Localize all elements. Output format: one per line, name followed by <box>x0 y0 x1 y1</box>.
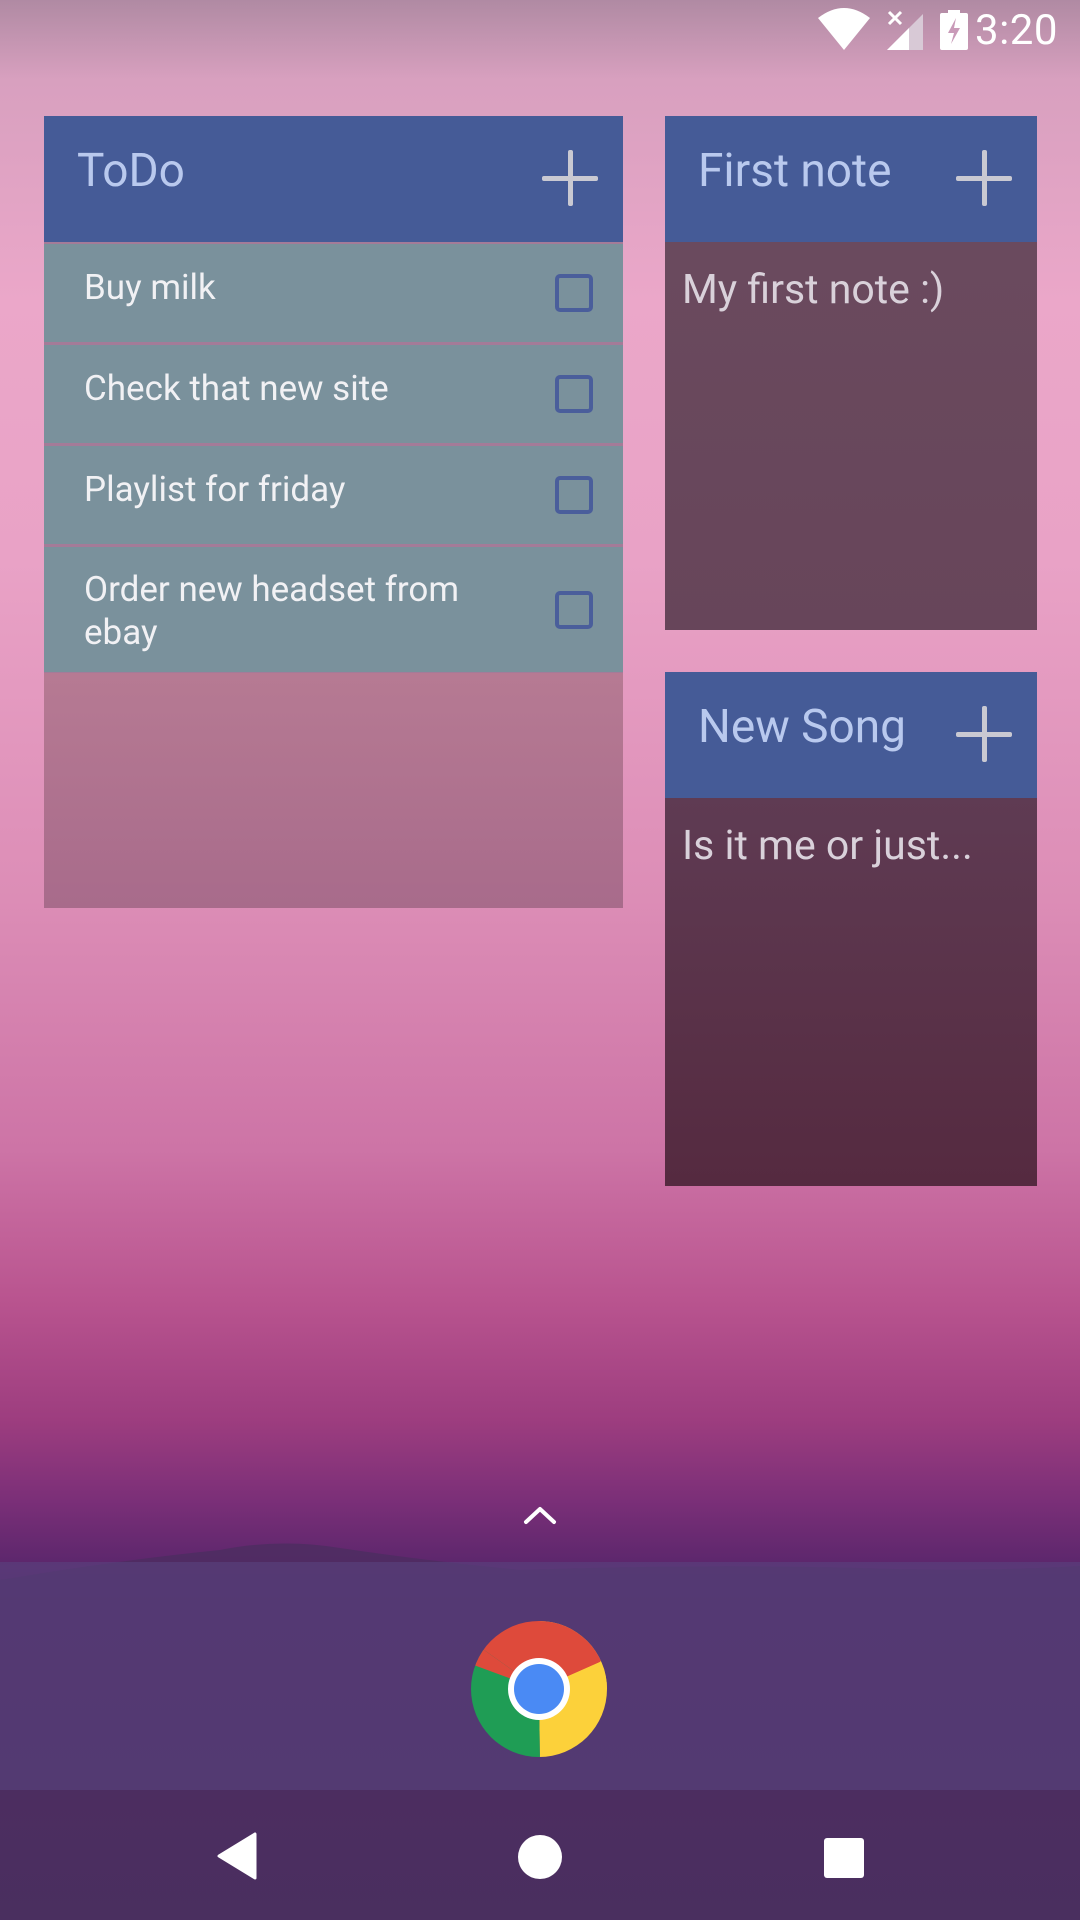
todo-item[interactable]: Buy milk <box>44 242 623 343</box>
todo-checkbox[interactable] <box>555 591 593 629</box>
status-bar: 3:20 <box>0 0 1080 63</box>
note-body[interactable]: My first note :) <box>665 242 1037 630</box>
chrome-icon[interactable] <box>470 1620 608 1758</box>
wifi-icon <box>818 8 870 50</box>
note-widget-title[interactable]: New Song <box>698 700 906 754</box>
todo-item-text: Buy milk <box>84 267 216 308</box>
note-widget[interactable]: First note My first note :) <box>665 116 1037 630</box>
todo-checkbox[interactable] <box>555 476 593 514</box>
todo-item[interactable]: Check that new site <box>44 343 623 444</box>
todo-widget-header[interactable]: ToDo <box>44 116 623 242</box>
todo-empty-area <box>44 673 623 908</box>
todo-widget[interactable]: ToDo Buy milk Check that new site Playli… <box>44 116 623 908</box>
todo-widget-title[interactable]: ToDo <box>77 144 185 198</box>
note-widget-header[interactable]: First note <box>665 116 1037 242</box>
home-icon[interactable] <box>518 1835 562 1879</box>
todo-item[interactable]: Playlist for friday <box>44 444 623 545</box>
note-body[interactable]: Is it me or just... <box>665 798 1037 1186</box>
note-body-text: My first note :) <box>682 266 945 314</box>
note-widget-header[interactable]: New Song <box>665 672 1037 798</box>
signal-icon <box>887 10 923 50</box>
todo-item-text: Playlist for friday <box>84 469 346 510</box>
note-body-text: Is it me or just... <box>682 822 973 870</box>
status-time: 3:20 <box>975 6 1058 55</box>
todo-checkbox[interactable] <box>555 375 593 413</box>
add-note-button[interactable] <box>956 150 1012 206</box>
back-icon[interactable] <box>215 1832 257 1880</box>
recents-icon[interactable] <box>824 1838 864 1878</box>
todo-list: Buy milk Check that new site Playlist fo… <box>44 242 623 673</box>
battery-charging-icon <box>940 10 968 50</box>
todo-checkbox[interactable] <box>555 274 593 312</box>
note-widget-title[interactable]: First note <box>698 144 891 198</box>
todo-item-text: Order new headset from ebay <box>84 569 460 653</box>
add-todo-button[interactable] <box>542 150 598 206</box>
todo-item[interactable]: Order new headset from ebay <box>44 545 623 673</box>
todo-item-text: Check that new site <box>84 368 389 409</box>
add-note-button[interactable] <box>956 706 1012 762</box>
note-widget[interactable]: New Song Is it me or just... <box>665 672 1037 1186</box>
